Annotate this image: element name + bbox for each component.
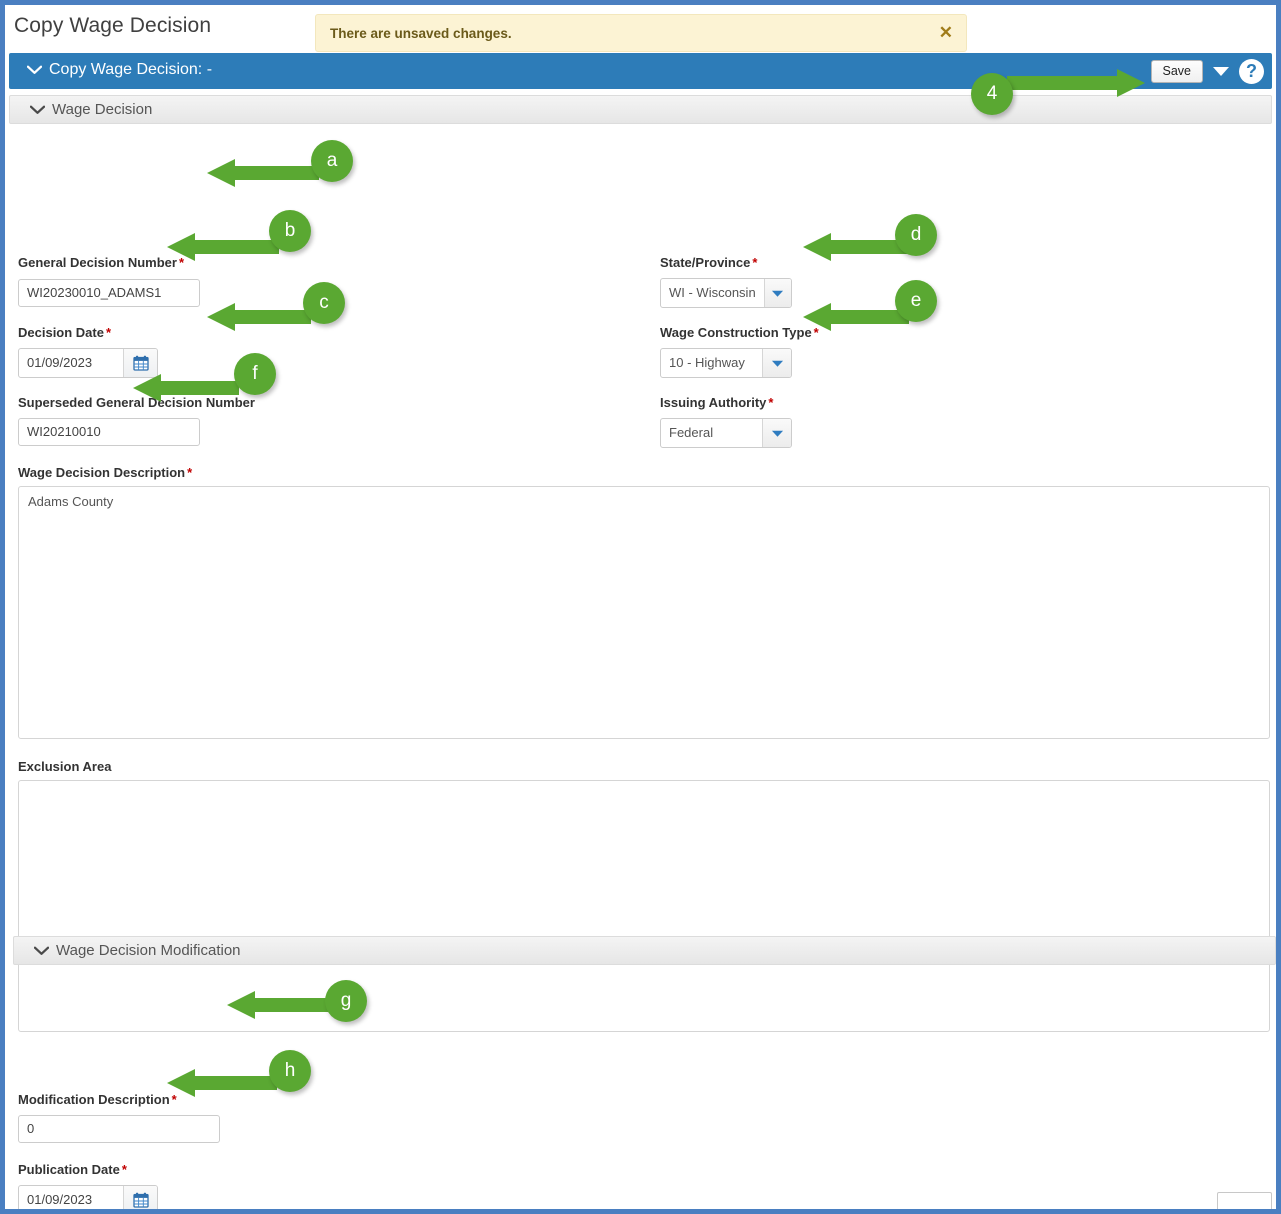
annotation-marker-f: f	[234, 353, 276, 395]
wage-construction-type-field: 10 - Highway	[660, 348, 792, 378]
required-marker: *	[105, 325, 112, 340]
superseded-general-decision-number-label: Superseded General Decision Number	[18, 395, 255, 410]
annotation-arrow-d	[803, 233, 909, 261]
wage-decision-description-textarea[interactable]: Adams County	[18, 486, 1270, 739]
wage-construction-type-label: Wage Construction Type *	[660, 325, 819, 340]
publication-date-input[interactable]: 01/09/2023	[19, 1186, 123, 1209]
exclusion-area-textarea[interactable]	[18, 780, 1270, 1032]
annotation-marker-b: b	[269, 210, 311, 252]
required-marker: *	[187, 465, 193, 480]
wage-decision-description-label: Wage Decision Description *	[18, 465, 193, 480]
annotation-marker-d: d	[895, 214, 937, 256]
page-content: Copy Wage Decision There are unsaved cha…	[5, 5, 1276, 1209]
required-marker: *	[178, 255, 185, 270]
banner-message-text: There are unsaved changes.	[330, 26, 512, 41]
modification-description-label: Modification Description *	[18, 1092, 177, 1107]
record-toolbar: Copy Wage Decision: - Save ?	[9, 53, 1272, 89]
annotation-marker-c: c	[303, 282, 345, 324]
toolbar-actions: Save ?	[1150, 53, 1264, 89]
section-header-wage-decision[interactable]: Wage Decision	[9, 95, 1272, 124]
caret-down-icon[interactable]	[762, 349, 791, 377]
superseded-general-decision-number-input[interactable]: WI20210010	[18, 418, 200, 446]
modification-description-input[interactable]: 0	[18, 1115, 220, 1143]
issuing-authority-label: Issuing Authority *	[660, 395, 774, 410]
general-decision-number-input[interactable]: WI20230010_ADAMS1	[18, 279, 200, 307]
section-title: Wage Decision Modification	[56, 942, 241, 959]
calendar-icon[interactable]	[123, 1186, 157, 1209]
chevron-down-icon[interactable]	[30, 105, 45, 115]
state-province-field: WI - Wisconsin	[660, 278, 792, 308]
required-marker: *	[171, 1092, 177, 1107]
state-province-label: State/Province *	[660, 255, 758, 270]
caret-down-icon[interactable]	[762, 419, 791, 447]
application-window: Copy Wage Decision There are unsaved cha…	[0, 0, 1281, 1214]
help-icon[interactable]: ?	[1239, 58, 1264, 84]
required-marker: *	[768, 395, 774, 410]
annotation-arrow-c	[207, 303, 311, 331]
issuing-authority-select[interactable]: Federal	[661, 419, 762, 447]
caret-down-icon[interactable]	[763, 279, 791, 307]
general-decision-number-label: General Decision Number *	[18, 255, 185, 270]
chevron-down-icon[interactable]	[27, 65, 42, 75]
page-title: Copy Wage Decision	[14, 14, 212, 37]
record-title: Copy Wage Decision: -	[49, 61, 213, 78]
calendar-icon[interactable]	[123, 349, 157, 377]
unsaved-changes-banner: There are unsaved changes. ✕	[315, 14, 967, 52]
publication-date-label: Publication Date *	[18, 1162, 127, 1177]
annotation-arrow-h	[167, 1069, 277, 1097]
footer-button-partial[interactable]	[1217, 1192, 1272, 1209]
chevron-down-icon[interactable]	[34, 946, 49, 956]
caret-down-icon[interactable]	[1210, 60, 1232, 82]
exclusion-area-label: Exclusion Area	[18, 759, 112, 774]
annotation-arrow-a	[207, 159, 319, 187]
decision-date-label: Decision Date *	[18, 325, 112, 340]
decision-date-field: 01/09/2023	[18, 348, 158, 378]
section-title: Wage Decision	[52, 101, 153, 118]
wage-decision-description-value: Adams County	[28, 494, 114, 509]
annotation-marker-e: e	[895, 280, 937, 322]
required-marker: *	[121, 1162, 127, 1177]
section-header-wage-decision-modification[interactable]: Wage Decision Modification	[13, 936, 1276, 965]
annotation-marker-h: h	[269, 1050, 311, 1092]
page-header: Copy Wage Decision There are unsaved cha…	[5, 5, 1276, 53]
issuing-authority-field: Federal	[660, 418, 792, 448]
decision-date-input[interactable]: 01/09/2023	[19, 349, 123, 377]
wage-construction-type-select[interactable]: 10 - Highway	[661, 349, 762, 377]
close-icon[interactable]: ✕	[939, 23, 953, 43]
save-button[interactable]: Save	[1150, 59, 1203, 83]
required-marker: *	[752, 255, 758, 270]
required-marker: *	[813, 325, 819, 340]
state-province-select[interactable]: WI - Wisconsin	[661, 279, 764, 307]
publication-date-field: 01/09/2023	[18, 1185, 158, 1209]
annotation-marker-a: a	[311, 140, 353, 182]
